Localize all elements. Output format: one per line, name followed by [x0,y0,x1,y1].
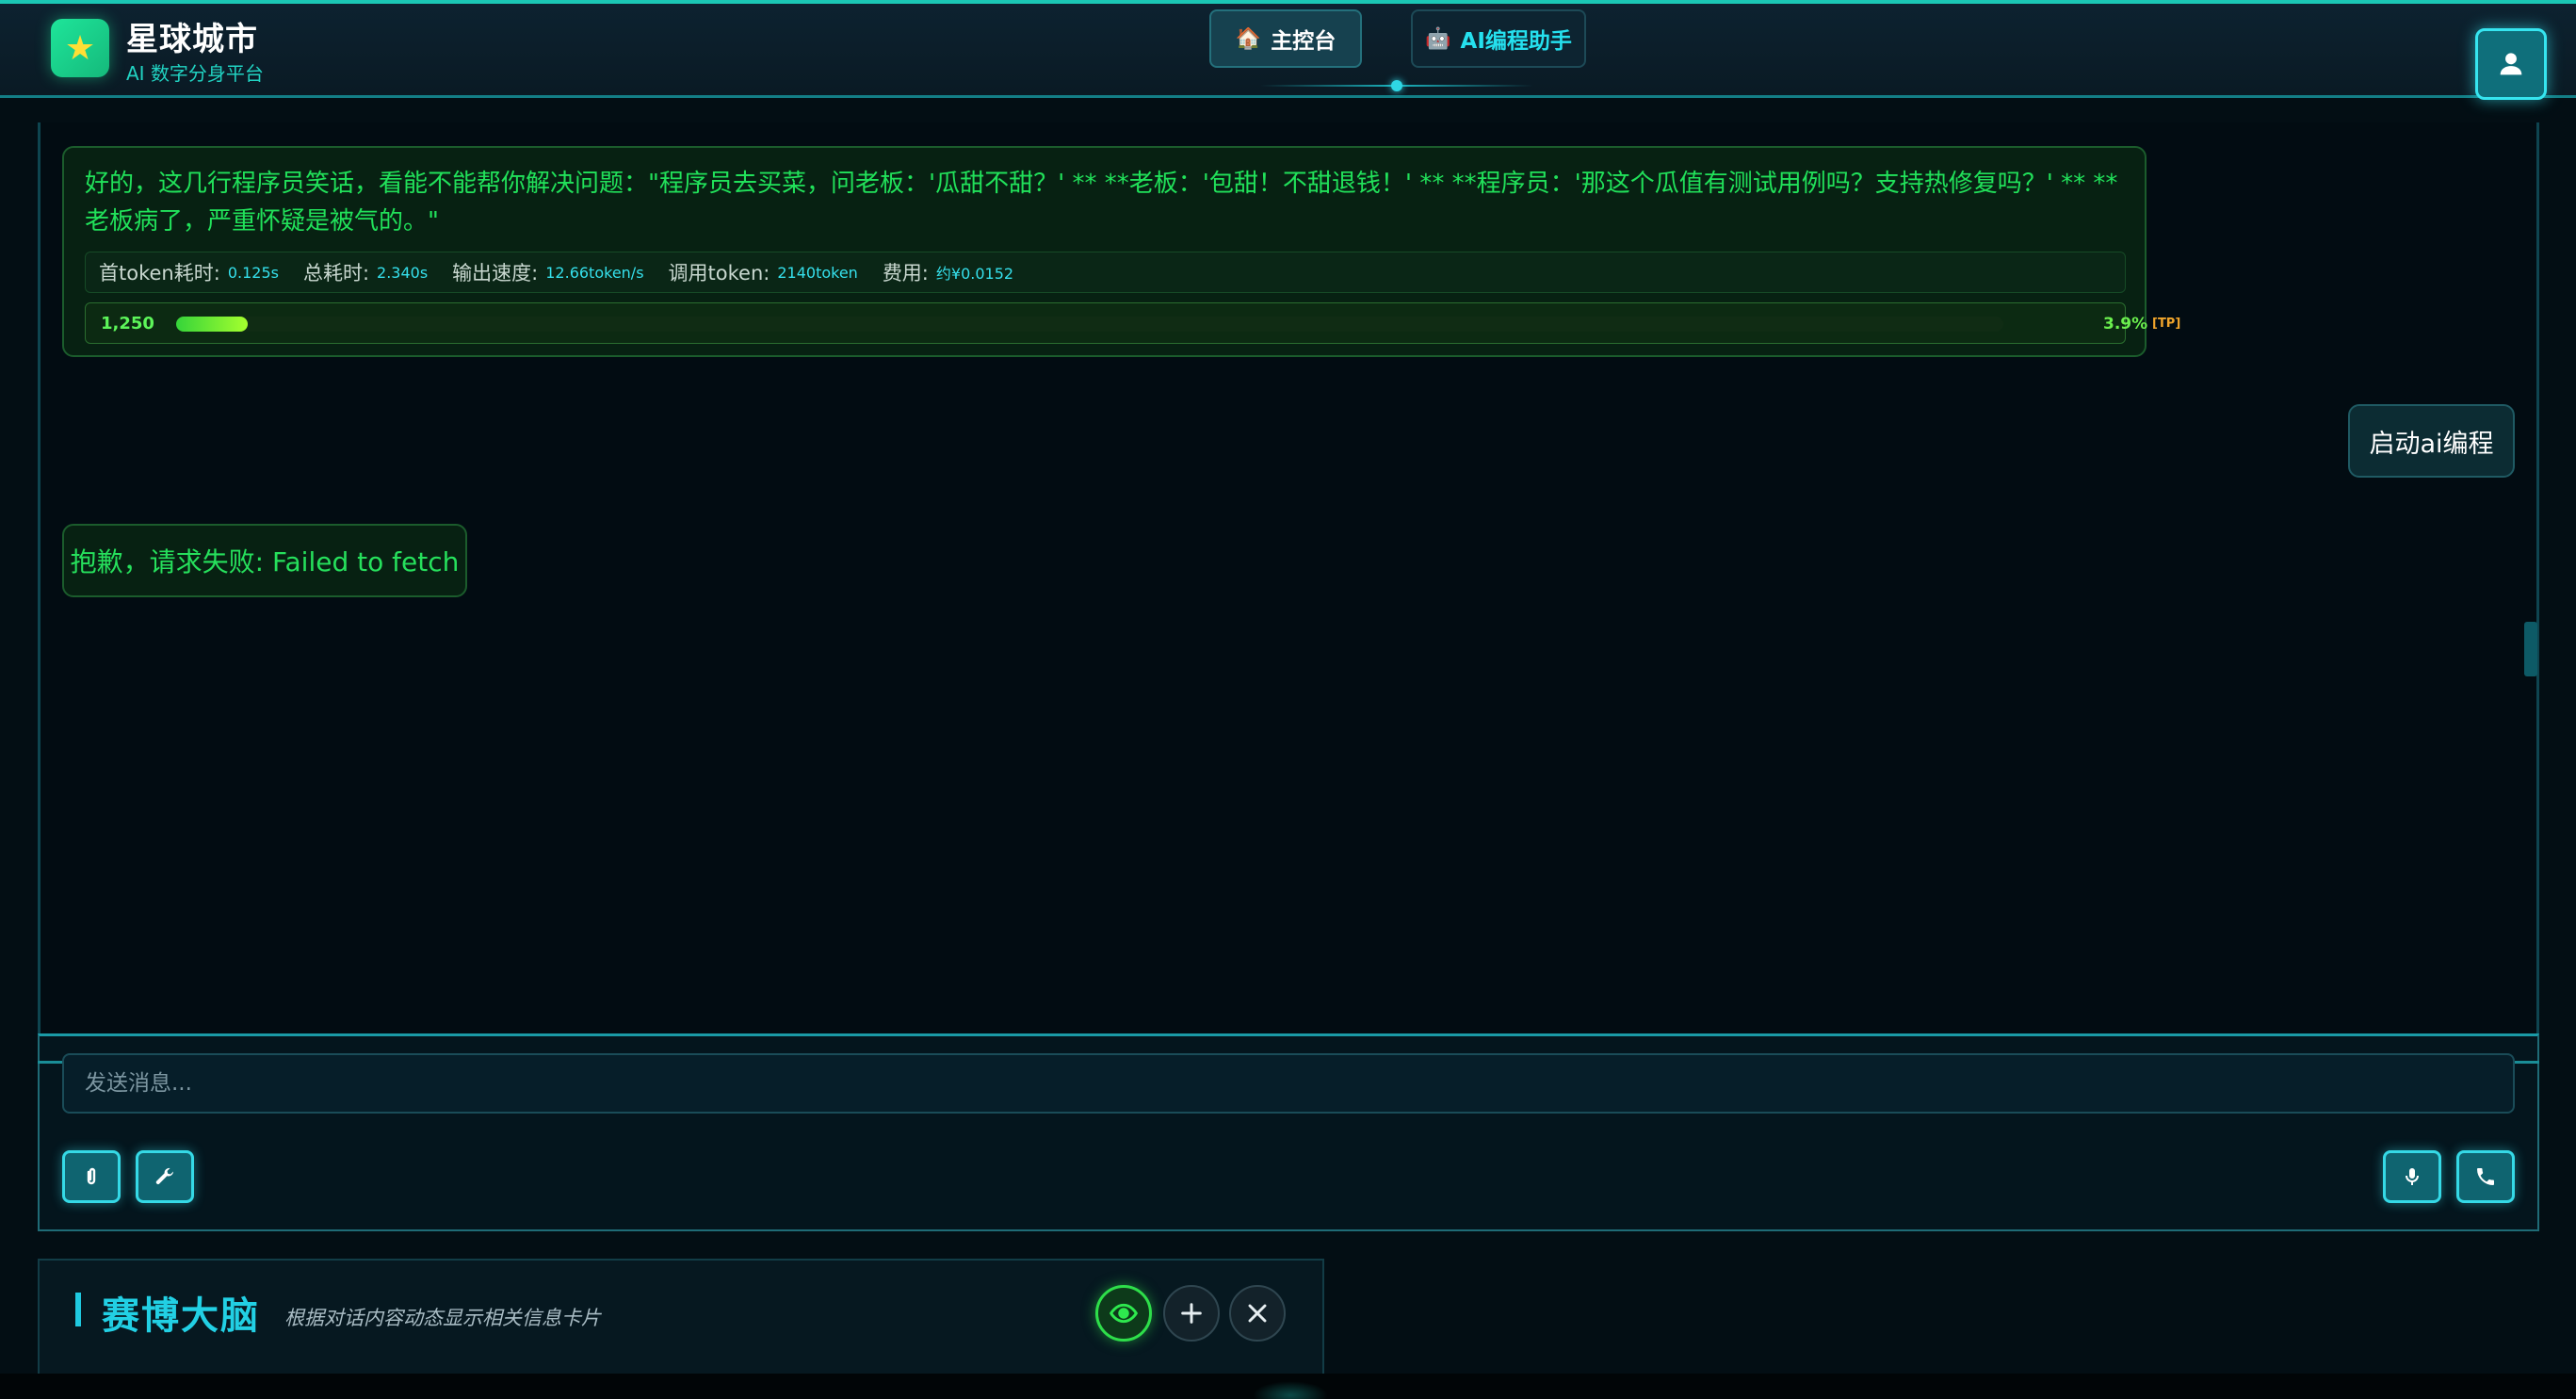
paperclip-icon [87,1167,96,1185]
microphone-icon [2406,1168,2419,1185]
output-speed-label: 输出速度: [452,262,539,285]
close-panel-button[interactable] [1229,1285,1286,1342]
toggle-visibility-button[interactable] [1095,1285,1152,1342]
cyber-brain-accent-bar [75,1293,81,1326]
planet-logo-icon: ★ [51,19,109,77]
first-token-value: 0.125s [227,263,279,282]
token-progress-tag: [TP] [2152,317,2181,331]
user-message-text: 启动ai编程 [2369,429,2494,459]
cost-label: 费用: [882,262,929,285]
tab-main-console-label: 主控台 [1271,29,1337,54]
brand-title: 星球城市 [126,21,258,58]
token-count-value: 2140token [777,263,858,282]
user-message-bubble: 启动ai编程 [2348,404,2515,478]
chat-scrollbar-thumb[interactable] [2524,622,2537,676]
token-count-label: 调用token: [668,262,770,285]
tools-button[interactable] [136,1150,194,1203]
cyber-brain-title: 赛博大脑 [102,1294,260,1338]
robot-icon: 🤖 [1425,26,1451,51]
cyber-brain-subtitle: 根据对话内容动态显示相关信息卡片 [284,1307,601,1329]
token-progress-row: 1,250 3.9% [TP] [85,302,2180,344]
attach-file-button[interactable] [62,1150,121,1203]
error-message-text: 抱歉，请求失败: Failed to fetch [70,546,460,577]
error-message-bubble: 抱歉，请求失败: Failed to fetch [62,524,467,597]
tab-ai-coding-label: AI编程助手 [1460,29,1572,54]
token-progress-percent: 3.9% [2103,315,2148,333]
assistant-message-bubble: 好的，这几行程序员笑话，看能不能帮你解决问题："程序员去买菜，问老板：'瓜甜不甜… [62,146,2180,357]
tab-main-console[interactable]: 🏠 主控台 [1209,9,1362,68]
eye-icon [1109,1303,1139,1324]
add-card-button[interactable] [1163,1285,1220,1342]
close-icon [1248,1304,1267,1323]
total-time-value: 2.340s [377,263,429,282]
token-progress-count: 1,250 [101,314,154,333]
nav-active-dot [1391,80,1402,91]
user-icon [2500,53,2522,75]
voice-input-button[interactable] [2383,1150,2441,1203]
wrench-icon [155,1167,173,1184]
user-profile-button[interactable] [2475,28,2547,100]
cost-value: 约¥0.0152 [935,265,1014,283]
plus-icon [1181,1303,1202,1324]
token-progress-fill [176,317,248,332]
tab-ai-coding-assistant[interactable]: 🤖 AI编程助手 [1411,9,1586,68]
phone-icon [2477,1168,2494,1185]
first-token-label: 首token耗时: [99,262,220,285]
house-icon: 🏠 [1235,26,1262,51]
token-progress-track [176,317,2003,332]
total-time-label: 总耗时: [302,262,370,285]
response-metrics: 首token耗时: 0.125s 总耗时: 2.340s 输出速度: 12.66… [85,252,2126,293]
voice-call-button[interactable] [2456,1150,2515,1203]
message-input[interactable] [62,1053,2515,1114]
brand-subtitle: AI 数字分身平台 [126,62,264,85]
assistant-message-text: 好的，这几行程序员笑话，看能不能帮你解决问题："程序员去买菜，问老板：'瓜甜不甜… [85,170,2118,236]
output-speed-value: 12.66token/s [545,263,644,282]
